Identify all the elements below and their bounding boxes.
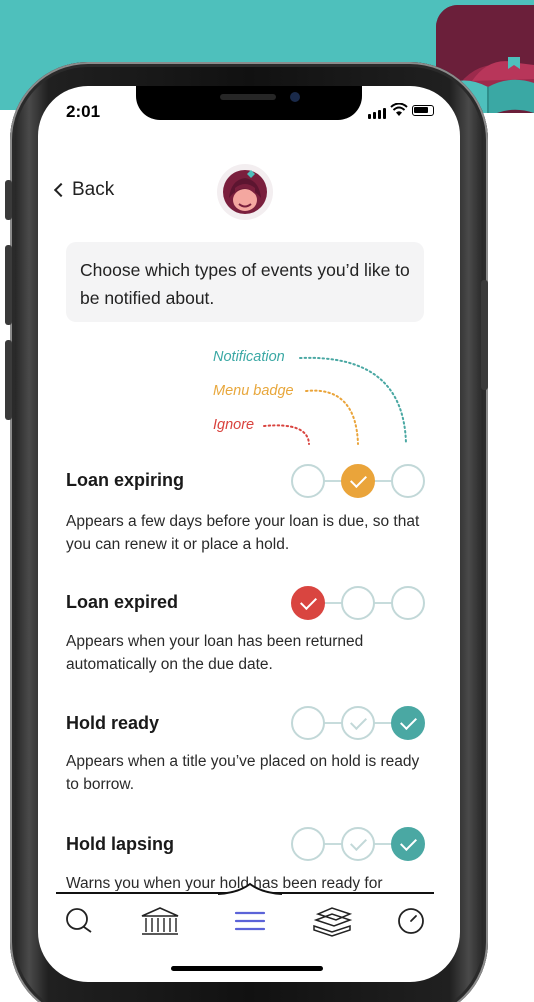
check-icon [399,833,417,851]
mute-switch [5,180,12,220]
toggle-group-hold-lapsing [291,827,425,861]
tab-shelf[interactable] [302,904,362,938]
event-title-hold-ready: Hold ready [66,713,160,733]
tab-library[interactable] [130,904,190,938]
toggle-notification[interactable] [391,586,425,620]
power-button [481,280,488,390]
toggle-ignore[interactable] [291,827,325,861]
toggle-group-hold-ready [291,706,425,740]
tab-search[interactable] [54,904,104,938]
tab-bar-bump [218,882,282,895]
tab-activity[interactable] [388,904,434,938]
event-title-loan-expired: Loan expired [66,592,179,612]
event-description: Appears when a title you’ve placed on ho… [66,753,420,793]
menu-icon [234,911,266,931]
toggle-notification[interactable] [391,464,425,498]
phone-screen: 2:01 Back Choose which types of events y… [38,86,460,982]
toggle-menu-badge-selected[interactable] [341,464,375,498]
toggle-menu-badge[interactable] [341,586,375,620]
toggle-ignore[interactable] [291,464,325,498]
shelf-books-icon [313,907,353,937]
check-icon [399,712,417,730]
toggle-group-loan-expired [291,586,425,620]
toggle-menu-badge-implied[interactable] [341,827,375,861]
event-title-hold-lapsing: Hold lapsing [66,834,174,854]
home-indicator [171,966,323,971]
toggle-ignore[interactable] [291,706,325,740]
check-icon [349,833,367,851]
check-icon [349,470,367,488]
volume-down-button [5,340,12,420]
toggle-notification-selected[interactable] [391,706,425,740]
event-description: Appears a few days before your loan is d… [66,513,420,553]
event-description: Appears when your loan has been returned… [66,633,364,673]
toggle-menu-badge-implied[interactable] [341,706,375,740]
search-icon [66,908,92,933]
toggle-group-loan-expiring [291,464,425,498]
tab-menu[interactable] [220,904,280,938]
volume-up-button [5,245,12,325]
toggle-ignore-selected[interactable] [291,586,325,620]
check-icon [349,712,367,730]
clock-icon [398,908,424,934]
library-icon [141,907,179,935]
legend-connector-lines [263,356,407,445]
event-title-loan-expiring: Loan expiring [66,470,185,490]
toggle-notification-selected[interactable] [391,827,425,861]
check-icon [299,592,317,610]
